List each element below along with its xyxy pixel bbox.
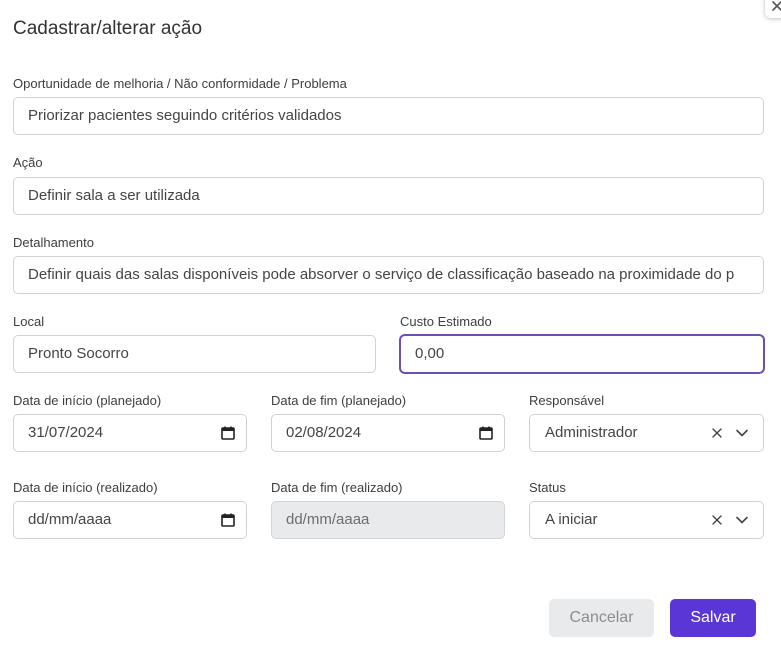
detalhamento-label: Detalhamento	[13, 235, 94, 250]
save-button[interactable]: Salvar	[670, 599, 756, 637]
calendar-icon[interactable]	[220, 512, 236, 528]
local-value: Pronto Socorro	[28, 345, 129, 362]
calendar-icon[interactable]	[478, 425, 494, 441]
data-fim-planejado-label: Data de fim (planejado)	[271, 393, 407, 408]
custo-label: Custo Estimado	[400, 314, 492, 329]
detalhamento-field[interactable]: Definir quais das salas disponíveis pode…	[13, 256, 764, 294]
data-fim-realizado-field: dd/mm/aaaa	[271, 501, 505, 539]
local-label: Local	[13, 314, 45, 329]
oportunidade-label: Oportunidade de melhoria / Não conformid…	[13, 76, 347, 91]
acao-label: Ação	[13, 155, 43, 170]
clear-icon[interactable]	[711, 514, 723, 526]
detalhamento-value: Definir quais das salas disponíveis pode…	[28, 266, 735, 283]
data-inicio-planejado-field[interactable]: 31/07/2024	[13, 414, 247, 452]
data-fim-planejado-value: 02/08/2024	[286, 424, 362, 441]
acao-value: Definir sala a ser utilizada	[28, 187, 200, 204]
clear-icon[interactable]	[711, 427, 723, 439]
status-label: Status	[529, 480, 566, 495]
responsavel-value: Administrador	[545, 424, 638, 441]
data-inicio-realizado-label: Data de início (realizado)	[13, 480, 158, 495]
chevron-down-icon[interactable]	[735, 515, 749, 525]
oportunidade-field[interactable]: Priorizar pacientes seguindo critérios v…	[13, 97, 764, 135]
responsavel-label: Responsável	[529, 393, 605, 408]
close-icon	[772, 1, 781, 11]
cancel-button[interactable]: Cancelar	[549, 599, 654, 637]
modal-title: Cadastrar/alterar ação	[13, 18, 203, 39]
data-fim-realizado-value: dd/mm/aaaa	[286, 511, 370, 528]
calendar-icon[interactable]	[220, 425, 236, 441]
data-fim-planejado-field[interactable]: 02/08/2024	[271, 414, 505, 452]
acao-field[interactable]: Definir sala a ser utilizada	[13, 177, 764, 215]
data-inicio-realizado-field[interactable]: dd/mm/aaaa	[13, 501, 247, 539]
data-inicio-planejado-value: 31/07/2024	[28, 424, 104, 441]
custo-value: 0,00	[415, 345, 445, 362]
local-field[interactable]: Pronto Socorro	[13, 335, 376, 373]
status-select[interactable]: A iniciar	[529, 501, 764, 539]
custo-field[interactable]: 0,00	[400, 335, 764, 373]
chevron-down-icon[interactable]	[735, 428, 749, 438]
oportunidade-value: Priorizar pacientes seguindo critérios v…	[28, 107, 342, 124]
data-inicio-planejado-label: Data de início (planejado)	[13, 393, 162, 408]
close-button[interactable]	[765, 0, 781, 18]
data-fim-realizado-label: Data de fim (realizado)	[271, 480, 403, 495]
data-inicio-realizado-value: dd/mm/aaaa	[28, 511, 112, 528]
status-value: A iniciar	[545, 511, 598, 528]
responsavel-select[interactable]: Administrador	[529, 414, 764, 452]
